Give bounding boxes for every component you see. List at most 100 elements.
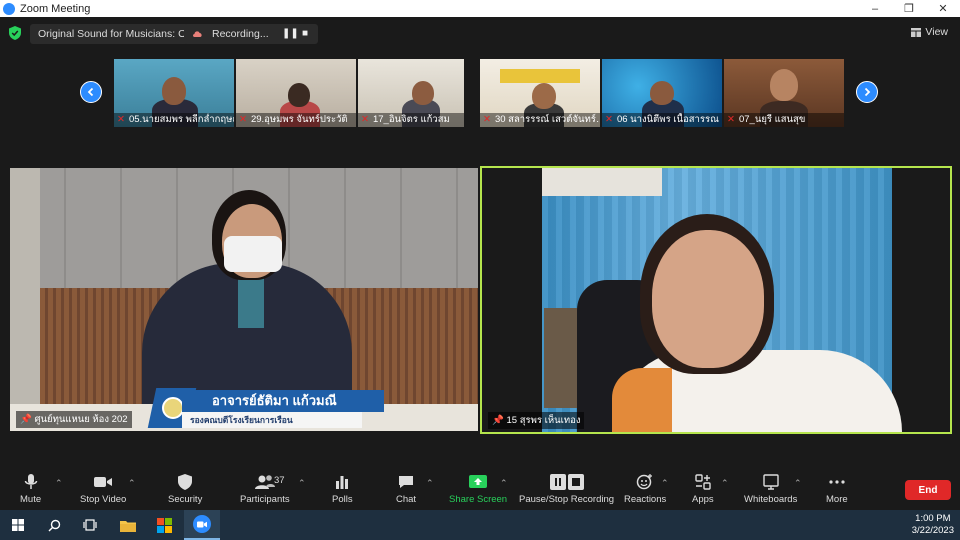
pin-icon: 📌 xyxy=(492,415,504,426)
clock-time: 1:00 PM xyxy=(915,513,951,524)
muted-mic-icon: ✕ xyxy=(727,114,735,125)
muted-mic-icon: ✕ xyxy=(605,114,613,125)
chevron-right-icon xyxy=(864,87,871,97)
speaker-name-right: 📌 15 สุรพร เห็นเทอง xyxy=(488,412,585,429)
more-button[interactable]: More xyxy=(826,473,848,505)
whiteboard-icon xyxy=(762,474,779,490)
muted-mic-icon: ✕ xyxy=(361,114,369,125)
share-options-caret-icon[interactable]: ⌃ xyxy=(500,478,508,489)
speaker-video-right[interactable]: 📌 15 สุรพร เห็นเทอง xyxy=(480,166,952,434)
view-grid-icon xyxy=(911,27,922,37)
encryption-shield-icon[interactable] xyxy=(9,26,21,40)
share-screen-arrow-icon xyxy=(469,475,488,488)
person-face xyxy=(652,230,764,368)
participants-options-caret-icon[interactable]: ⌃ xyxy=(298,478,306,489)
speaker-name-left: 📌 ศูนย์ทุนแหนย ห้อง 202 xyxy=(16,411,132,428)
previous-page-button[interactable] xyxy=(80,81,102,103)
participant-name: ✕ 05.นายสมพร พลีกล่ำกฤษณ xyxy=(114,113,234,127)
store-tiles-icon xyxy=(156,517,172,533)
whiteboards-label: Whiteboards xyxy=(744,494,798,505)
participant-name: ✕ 07_นยุรี แสนสุข xyxy=(724,113,844,127)
task-view-button[interactable] xyxy=(72,510,108,540)
chat-bubble-icon xyxy=(399,476,414,488)
video-camera-icon xyxy=(94,477,113,487)
banner-graphic xyxy=(500,69,580,83)
apps-button[interactable]: Apps xyxy=(692,473,714,505)
name-lower-third: อาจารย์ธัติมา แก้วมณี รองคณบดีโรงเรียนกา… xyxy=(147,388,384,431)
taskbar-search-button[interactable] xyxy=(36,510,72,540)
shirt-orange-trim xyxy=(612,368,672,432)
original-sound-button[interactable]: Original Sound for Musicians: Off xyxy=(30,24,200,44)
pin-icon: 📌 xyxy=(20,414,32,425)
reactions-button[interactable]: Reactions xyxy=(624,473,666,505)
clock-date: 3/22/2023 xyxy=(911,525,954,536)
chevron-left-icon xyxy=(87,87,94,97)
chat-button[interactable]: Chat xyxy=(396,473,416,505)
participant-strip: ✕ 05.นายสมพร พลีกล่ำกฤษณ ✕ 29.อุษมพร จันทร… xyxy=(0,59,960,127)
zoom-taskbar-button[interactable] xyxy=(184,510,220,540)
meeting-toolbar: Mute ⌃ Stop Video ⌃ Security Participant… xyxy=(0,470,960,510)
polls-button[interactable]: Polls xyxy=(332,473,353,505)
polls-bar-chart-icon xyxy=(336,476,349,489)
task-view-icon xyxy=(83,519,97,531)
mute-button[interactable]: Mute xyxy=(20,473,41,505)
participants-count: 37 xyxy=(274,475,285,486)
apps-options-caret-icon[interactable]: ⌃ xyxy=(721,478,729,489)
stop-video-button[interactable]: Stop Video xyxy=(80,473,126,505)
recording-indicator: Recording... ❚❚ ■ xyxy=(184,24,318,44)
restore-icon[interactable]: ❐ xyxy=(892,0,926,17)
muted-mic-icon: ✕ xyxy=(483,114,491,125)
windows-taskbar: 1:00 PM 3/22/2023 xyxy=(0,510,960,540)
security-label: Security xyxy=(168,494,203,505)
share-screen-button[interactable]: Share Screen xyxy=(449,473,507,505)
muted-mic-icon: ✕ xyxy=(117,114,125,125)
participant-name: ✕ 30 สลารรรณ์ เสวต์จันทร์… xyxy=(480,113,600,127)
close-icon[interactable]: ✕ xyxy=(926,0,960,17)
chat-options-caret-icon[interactable]: ⌃ xyxy=(426,478,434,489)
window-title: Zoom Meeting xyxy=(20,2,91,15)
face-mask xyxy=(224,236,282,272)
ceiling xyxy=(542,168,662,196)
pause-stop-recording-button[interactable]: Pause/Stop Recording xyxy=(519,473,614,505)
stop-video-label: Stop Video xyxy=(80,494,127,505)
lower-third-role: รองคณบดีโรงเรียนการเรือน xyxy=(182,412,362,428)
minimize-icon[interactable]: – xyxy=(858,0,892,17)
participant-thumbnail[interactable]: ✕ 07_นยุรี แสนสุข xyxy=(724,59,844,127)
search-icon xyxy=(48,519,60,531)
view-button[interactable]: View xyxy=(911,26,948,38)
share-screen-label: Share Screen xyxy=(449,494,508,505)
system-clock[interactable]: 1:00 PM 3/22/2023 xyxy=(912,513,954,537)
participant-thumbnail[interactable]: ✕ 05.นายสมพร พลีกล่ำกฤษณ xyxy=(114,59,234,127)
audio-options-caret-icon[interactable]: ⌃ xyxy=(55,478,63,489)
microsoft-store-button[interactable] xyxy=(146,510,182,540)
zoom-logo-icon xyxy=(3,2,15,15)
end-meeting-button[interactable]: End xyxy=(905,480,951,500)
participant-thumbnail[interactable]: ✕ 29.อุษมพร จันทร์ประวัติ xyxy=(236,59,356,127)
window-titlebar: Zoom Meeting – ❐ ✕ xyxy=(0,0,960,17)
mute-label: Mute xyxy=(20,494,42,505)
participant-name: ✕ 06 นางนิตีพร เนื้อสารรณ xyxy=(602,113,722,127)
view-label: View xyxy=(925,26,948,38)
participant-name: ✕ 17_อินจิตร แก้วสม xyxy=(358,113,464,127)
whiteboards-options-caret-icon[interactable]: ⌃ xyxy=(794,478,802,489)
whiteboards-button[interactable]: Whiteboards xyxy=(744,473,797,505)
microphone-icon xyxy=(24,474,37,489)
emoji-reaction-icon xyxy=(636,474,653,490)
participant-thumbnail[interactable]: ✕ 17_อินจิตร แก้วสม xyxy=(358,59,464,127)
participant-thumbnail[interactable]: ✕ 06 นางนิตีพร เนื้อสารรณ xyxy=(602,59,722,127)
next-page-button[interactable] xyxy=(856,81,878,103)
cloud-recording-icon xyxy=(193,31,202,37)
file-explorer-button[interactable] xyxy=(110,510,146,540)
speaker-video-left[interactable]: อาจารย์ธัติมา แก้วมณี รองคณบดีโรงเรียนกา… xyxy=(10,168,478,431)
windows-logo-icon xyxy=(12,519,24,531)
chat-label: Chat xyxy=(396,494,417,505)
participant-thumbnail[interactable]: ✕ 30 สลารรรณ์ เสวต์จันทร์… xyxy=(480,59,600,127)
stop-recording-icon[interactable]: ■ xyxy=(302,24,308,44)
folder-icon xyxy=(120,520,136,532)
security-button[interactable]: Security xyxy=(168,473,202,505)
video-options-caret-icon[interactable]: ⌃ xyxy=(128,478,136,489)
pause-recording-icon[interactable]: ❚❚ xyxy=(282,24,299,44)
windows-start-button[interactable] xyxy=(0,510,36,540)
security-shield-icon xyxy=(178,474,193,490)
reactions-options-caret-icon[interactable]: ⌃ xyxy=(661,478,669,489)
